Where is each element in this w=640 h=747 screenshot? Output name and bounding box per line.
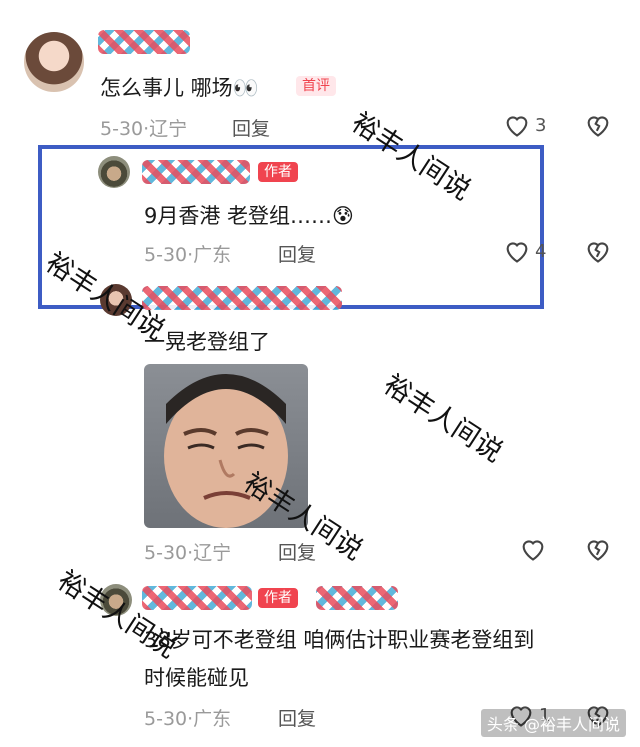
watermark-text: 裕丰人间说 <box>377 369 509 469</box>
commenter-avatar[interactable] <box>24 32 84 92</box>
comment-text-continued: 时候能碰见 <box>144 666 249 690</box>
comment-text: 38岁可不老登组 咱俩估计职业赛老登组到 <box>144 628 535 652</box>
comment-meta: 5-30·广东 <box>144 244 232 266</box>
like-count: 3 <box>535 115 547 136</box>
author-badge: 作者 <box>258 162 298 182</box>
reply-button[interactable]: 回复 <box>278 538 316 565</box>
first-comment-badge: 首评 <box>296 76 336 96</box>
author-badge: 作者 <box>258 588 298 608</box>
censored-username[interactable] <box>142 286 342 310</box>
comment-text: 9月香港 老登组……😰 <box>144 204 354 228</box>
dislike-broken-heart-icon[interactable] <box>584 535 612 563</box>
comment-meta: 5-30·广东 <box>144 708 232 730</box>
censored-username[interactable] <box>142 586 252 610</box>
like-heart-icon[interactable] <box>503 111 531 139</box>
like-count: 4 <box>535 241 547 262</box>
reply-button[interactable]: 回复 <box>278 240 316 267</box>
reply-button[interactable]: 回复 <box>278 704 316 731</box>
watermark-text: 裕丰人间说 <box>51 565 183 665</box>
comment-meta: 5-30·辽宁 <box>144 542 232 564</box>
reply-button[interactable]: 回复 <box>232 114 270 141</box>
like-heart-icon[interactable] <box>519 535 547 563</box>
platform-watermark: 头条 @裕丰人间说 <box>480 709 626 737</box>
author-avatar[interactable] <box>98 156 130 188</box>
censored-username[interactable] <box>98 30 190 54</box>
censored-username[interactable] <box>142 160 250 184</box>
like-heart-icon[interactable] <box>503 237 531 265</box>
comment-text: 怎么事儿 哪场👀 <box>100 76 259 100</box>
censored-username[interactable] <box>316 586 398 610</box>
comment-meta: 5-30·辽宁 <box>100 118 188 140</box>
dislike-broken-heart-icon[interactable] <box>584 111 612 139</box>
dislike-broken-heart-icon[interactable] <box>584 237 612 265</box>
